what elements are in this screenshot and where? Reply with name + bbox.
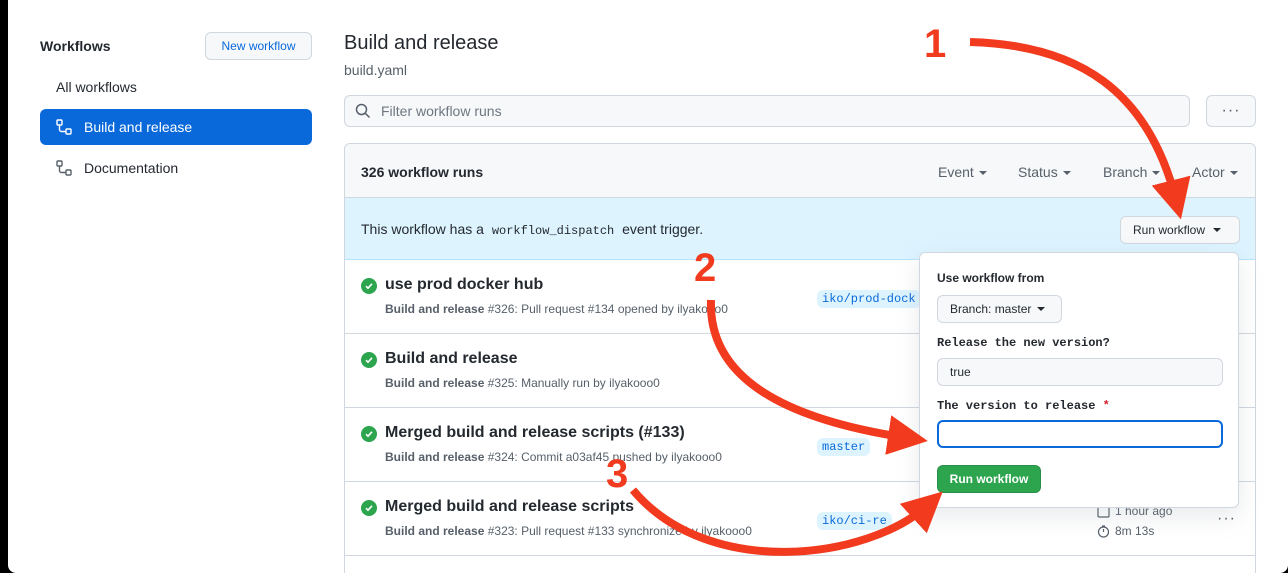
more-options-button[interactable]: ··· xyxy=(1206,95,1256,127)
branch-badge[interactable]: iko/ci-re xyxy=(817,512,892,530)
branch-badge[interactable]: iko/prod-dock xyxy=(817,290,921,308)
run-workflow-dropdown-button[interactable]: Run workflow xyxy=(1120,216,1240,244)
dispatch-banner: This workflow has a workflow_dispatch ev… xyxy=(345,198,1255,260)
page-title: Build and release xyxy=(344,32,499,54)
run-title[interactable]: Merged build and release scripts (#133) xyxy=(385,424,685,442)
run-detail: Build and release #326: Pull request #13… xyxy=(385,302,728,316)
run-detail: Build and release #324: Commit a03af45 p… xyxy=(385,450,722,464)
event-filter[interactable]: Event xyxy=(938,164,987,180)
version-input[interactable] xyxy=(937,420,1223,448)
dispatch-text: This workflow has a workflow_dispatch ev… xyxy=(361,221,704,238)
filter-input[interactable]: Filter workflow runs xyxy=(344,95,1190,127)
branch-select[interactable]: Branch: master xyxy=(937,295,1062,323)
run-workflow-popover: Use workflow from Branch: master Release… xyxy=(919,252,1239,508)
workflow-file-link[interactable]: build.yaml xyxy=(344,62,407,78)
sidebar-item-label: Documentation xyxy=(84,160,179,176)
sidebar-item-build-and-release[interactable]: Build and release xyxy=(40,109,312,145)
success-icon xyxy=(361,500,377,516)
stopwatch-icon xyxy=(1097,524,1110,538)
annotation-number-3: 3 xyxy=(606,452,629,496)
sidebar-item-documentation[interactable]: Documentation xyxy=(40,150,312,186)
version-label: The version to release * xyxy=(937,399,1110,413)
search-icon xyxy=(355,103,371,119)
annotation-number-2: 2 xyxy=(694,246,717,290)
success-icon xyxy=(361,278,377,294)
use-workflow-from-label: Use workflow from xyxy=(937,271,1045,285)
release-new-version-input[interactable] xyxy=(937,358,1223,386)
workflow-icon xyxy=(56,160,72,176)
status-filter[interactable]: Status xyxy=(1018,164,1071,180)
run-detail: Build and release #325: Manually run by … xyxy=(385,376,660,390)
workflow-icon xyxy=(56,119,72,135)
runs-header: 326 workflow runs Event Status Branch Ac… xyxy=(345,144,1255,198)
filter-placeholder: Filter workflow runs xyxy=(381,103,502,119)
branch-filter[interactable]: Branch xyxy=(1103,164,1160,180)
required-marker: * xyxy=(1102,399,1110,413)
actor-filter[interactable]: Actor xyxy=(1192,164,1238,180)
sidebar-item-label: Build and release xyxy=(84,119,193,135)
success-icon xyxy=(361,352,377,368)
run-workflow-submit-button[interactable]: Run workflow xyxy=(937,465,1041,493)
run-detail: Build and release #323: Pull request #13… xyxy=(385,524,752,538)
run-title[interactable]: use prod docker hub xyxy=(385,276,543,294)
run-title[interactable]: Build and release xyxy=(385,350,518,368)
sidebar-item-all-workflows[interactable]: All workflows xyxy=(56,79,137,95)
success-icon xyxy=(361,426,377,442)
runs-count: 326 workflow runs xyxy=(361,164,484,180)
release-question-label: Release the new version? xyxy=(937,336,1110,350)
run-duration: 8m 13s xyxy=(1097,524,1154,538)
sidebar-title: Workflows xyxy=(40,38,111,54)
annotation-number-1: 1 xyxy=(924,22,947,66)
run-title[interactable]: Merged build and release scripts xyxy=(385,498,634,516)
github-actions-page: Workflows New workflow All workflows Bui… xyxy=(8,0,1288,573)
branch-badge[interactable]: master xyxy=(817,438,871,456)
row-menu-button[interactable]: ··· xyxy=(1217,510,1236,528)
dispatch-code: workflow_dispatch xyxy=(491,224,615,238)
new-workflow-button[interactable]: New workflow xyxy=(205,32,312,60)
